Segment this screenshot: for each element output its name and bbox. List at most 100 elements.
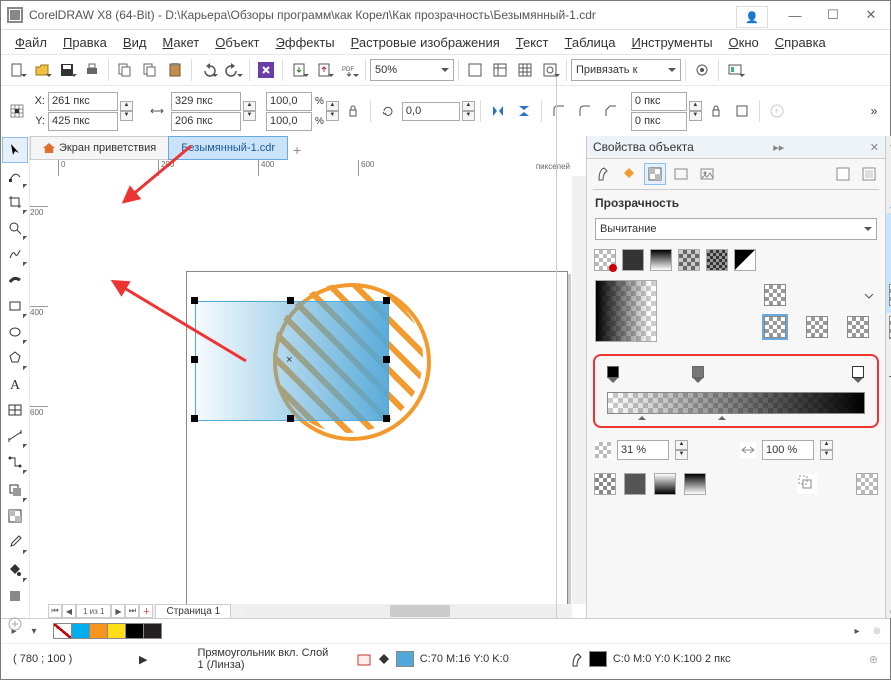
menu-help[interactable]: Справка — [767, 32, 834, 53]
print-button[interactable] — [80, 58, 104, 82]
apply-all-icon[interactable] — [797, 474, 817, 494]
center-marker[interactable]: × — [286, 355, 293, 367]
tab-fill-icon[interactable] — [619, 164, 639, 184]
freehand-tool[interactable] — [3, 242, 27, 266]
tab-tips[interactable]: Советы — [886, 151, 891, 202]
ellipse-tool[interactable] — [3, 320, 27, 344]
page-tab[interactable]: Страница 1 — [155, 604, 231, 619]
gradient-stops[interactable] — [607, 366, 865, 384]
tab-transparency-icon[interactable] — [645, 164, 665, 184]
lock-ratio-button[interactable] — [341, 99, 365, 123]
publish-pdf-button[interactable]: PDF — [337, 58, 361, 82]
y-input[interactable]: 425 пкс — [48, 112, 118, 131]
status-customize[interactable]: ⊕ — [869, 653, 878, 666]
node-opacity-input[interactable]: 31 % — [617, 440, 669, 460]
panel-opt2-icon[interactable] — [859, 164, 879, 184]
corner-lock-button[interactable] — [704, 99, 728, 123]
menu-effects[interactable]: Эффекты — [268, 32, 343, 53]
toolbox-customize[interactable] — [3, 612, 27, 636]
zoom-combo[interactable]: 50% — [370, 59, 454, 81]
grad-conical-icon[interactable] — [847, 316, 869, 338]
fullscreen-button[interactable] — [463, 58, 487, 82]
trans-vector-icon[interactable] — [679, 250, 699, 270]
fill-swatch[interactable] — [396, 651, 414, 667]
panel-titlebar[interactable]: Свойства объекта ▸▸✕ — [587, 136, 885, 159]
page-next[interactable]: ▶ — [111, 604, 125, 618]
maximize-button[interactable]: ☐ — [814, 1, 852, 29]
menu-window[interactable]: Окно — [721, 32, 767, 53]
vertical-scrollbar[interactable] — [572, 176, 586, 604]
connector-tool[interactable] — [3, 450, 27, 474]
search-content-button[interactable] — [254, 58, 278, 82]
trans-bitmap-icon[interactable] — [707, 250, 727, 270]
tab-object-manager[interactable]: Диспетчер объектов — [886, 324, 891, 434]
eyedropper-tool[interactable] — [3, 530, 27, 554]
pick-tool[interactable] — [3, 138, 27, 162]
rectangle-tool[interactable] — [3, 294, 27, 318]
horizontal-scrollbar[interactable] — [245, 605, 558, 617]
gradient-preview[interactable] — [595, 280, 657, 342]
doc-swatch[interactable] — [126, 623, 144, 639]
page-last[interactable]: ⏭ — [125, 604, 139, 618]
smart-fill-tool[interactable] — [3, 584, 27, 608]
handle-br[interactable] — [383, 415, 390, 422]
launch-button[interactable] — [723, 58, 747, 82]
options-button[interactable] — [690, 58, 714, 82]
drop-shadow-tool[interactable] — [3, 478, 27, 502]
user-button[interactable]: 👤 — [736, 6, 768, 28]
doc-palette-scroll[interactable]: ▸ — [850, 624, 864, 638]
doc-swatch[interactable] — [72, 623, 90, 639]
vertical-ruler[interactable]: 200 400 600 — [30, 176, 49, 604]
mirror-v-button[interactable] — [512, 99, 536, 123]
menu-layout[interactable]: Макет — [154, 32, 207, 53]
tab-document[interactable]: Безымянный-1.cdr — [168, 136, 288, 160]
handle-tr[interactable] — [383, 297, 390, 304]
zoom-tool[interactable] — [3, 216, 27, 240]
menu-bitmaps[interactable]: Растровые изображения — [343, 32, 508, 53]
doc-swatch[interactable] — [90, 623, 108, 639]
tab-welcome[interactable]: Экран приветствия — [30, 136, 169, 160]
fill-indicator-icon[interactable] — [376, 652, 390, 666]
cut-button[interactable] — [113, 58, 137, 82]
save-button[interactable] — [55, 58, 79, 82]
trans-none-icon[interactable] — [595, 250, 615, 270]
handle-bc[interactable] — [287, 415, 294, 422]
menu-file[interactable]: Файл — [7, 32, 55, 53]
handle-tl[interactable] — [191, 297, 198, 304]
palette-menu-icon[interactable]: ▾ — [27, 624, 41, 638]
color-proof-icon[interactable] — [356, 652, 370, 666]
canvas[interactable]: × — [48, 176, 572, 604]
propbar-overflow[interactable]: » — [862, 99, 886, 123]
panel-close-icon[interactable]: ✕ — [870, 141, 879, 154]
corner-chamfer-button[interactable] — [599, 99, 623, 123]
menu-object[interactable]: Объект — [207, 32, 267, 53]
grad-linear-icon[interactable] — [764, 316, 786, 338]
height-input[interactable]: 206 пкс — [171, 112, 241, 131]
snap-combo[interactable]: Привязать к — [571, 59, 681, 81]
shape-tool[interactable] — [3, 164, 27, 188]
grid-button[interactable] — [513, 58, 537, 82]
undo-button[interactable] — [196, 58, 220, 82]
doc-swatch-none[interactable] — [53, 623, 72, 639]
node-position-input[interactable]: 100 % — [762, 440, 814, 460]
corner-round-button[interactable] — [547, 99, 571, 123]
outline-indicator-icon[interactable] — [569, 652, 583, 666]
outline-swatch[interactable] — [589, 651, 607, 667]
new-button[interactable] — [5, 58, 29, 82]
tab-outline-icon[interactable] — [593, 164, 613, 184]
redo-button[interactable] — [221, 58, 245, 82]
grad-picker-button[interactable] — [764, 284, 786, 306]
page-add[interactable]: ＋ — [139, 604, 153, 618]
page-first[interactable]: ⏮ — [48, 604, 62, 618]
crop-tool[interactable] — [3, 190, 27, 214]
trans-fountain-icon[interactable] — [651, 250, 671, 270]
scale-x-input[interactable]: 100,0 — [266, 92, 312, 111]
reverse-icon[interactable] — [595, 474, 615, 494]
artistic-media-tool[interactable] — [3, 268, 27, 292]
preview-dropdown-icon[interactable] — [861, 288, 877, 304]
scale-y-input[interactable]: 100,0 — [266, 112, 312, 131]
close-button[interactable]: ✕ — [852, 1, 890, 29]
corner-scallop-button[interactable] — [573, 99, 597, 123]
grad-elliptical-icon[interactable] — [806, 316, 828, 338]
object-origin-icon[interactable] — [5, 99, 29, 123]
